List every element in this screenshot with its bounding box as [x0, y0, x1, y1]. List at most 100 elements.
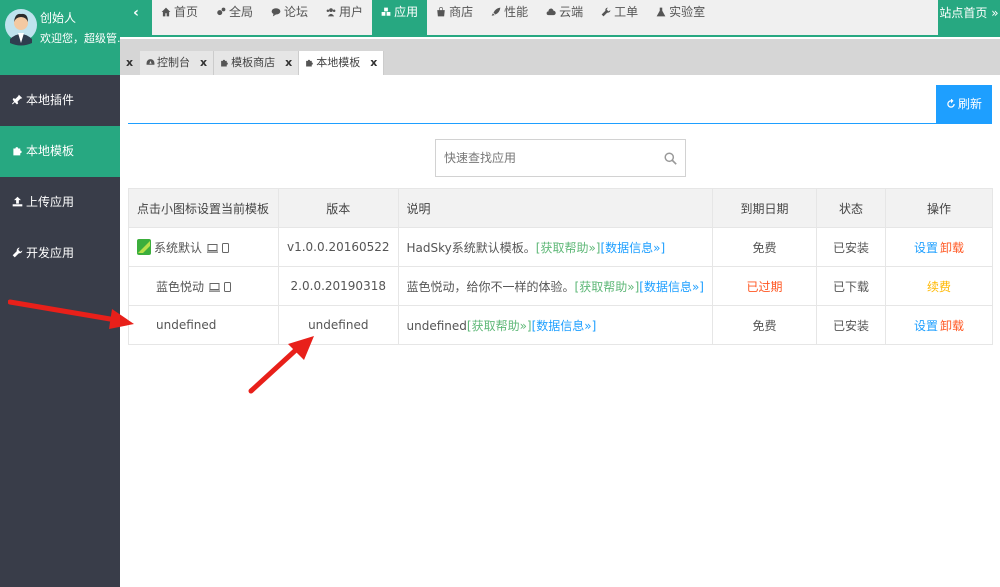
row-action-link[interactable]: 设置 [914, 319, 938, 333]
comments-icon [271, 8, 281, 17]
sidebar-item-label: 开发应用 [26, 246, 75, 260]
nav-item-home[interactable]: 首页 [152, 0, 207, 35]
row-action-link[interactable]: 续费 [927, 280, 951, 294]
tab-close-button[interactable]: x [285, 56, 292, 69]
col-header-actions: 操作 [884, 188, 994, 228]
plug-icon [12, 94, 23, 105]
refresh-button[interactable]: 刷新 [936, 85, 992, 123]
expiry-cell: 已过期 [711, 266, 817, 306]
table-row: 系统默认 v1.0.0.20160522 HadSky系统默认模板。[获取帮助»][… [128, 227, 994, 267]
nav-item-apps[interactable]: 应用 [372, 0, 428, 35]
nav-item-store[interactable]: 商店 [427, 0, 482, 35]
search-icon[interactable] [664, 152, 677, 165]
nav-item-label: 用户 [339, 5, 364, 19]
user-name[interactable]: 创始人 [40, 9, 76, 26]
status-cell: 已安装 [815, 305, 886, 345]
pc-icon[interactable] [209, 282, 221, 292]
rocket-icon [491, 7, 501, 16]
actions-cell: 设置 卸载 [884, 227, 994, 267]
sidebar-item-develop-app[interactable]: 开发应用 [0, 228, 120, 279]
sidebar-item-local-templates[interactable]: 本地模板 [0, 126, 120, 177]
table-header-row: 点击小图标设置当前模板 版本 说明 到期日期 状态 操作 [128, 188, 994, 228]
table-row: 蓝色悦动 2.0.0.20190318 蓝色悦动，给你不一样的体验。[获取帮助»][… [128, 266, 994, 306]
template-name: 蓝色悦动 [156, 279, 205, 294]
col-header-expiry: 到期日期 [711, 188, 817, 228]
search-box [435, 139, 686, 177]
site-home-link[interactable]: 站点首页 » [938, 0, 1000, 37]
close-all-tabs-button[interactable]: x [126, 56, 133, 69]
nav-item-performance[interactable]: 性能 [482, 0, 537, 35]
expiry-cell: 免费 [711, 305, 817, 345]
get-help-link[interactable]: [获取帮助»] [536, 241, 601, 255]
nav-item-users[interactable]: 用户 [317, 0, 372, 35]
tab-label: 控制台 [157, 56, 190, 69]
row-action-link[interactable]: 卸载 [940, 319, 964, 333]
nav-item-forum[interactable]: 论坛 [262, 0, 317, 35]
data-info-link[interactable]: [数据信息»] [639, 280, 704, 294]
mobile-icon[interactable] [222, 242, 230, 253]
tab-close-button[interactable]: x [370, 56, 377, 69]
avatar[interactable] [4, 3, 38, 49]
template-name: undefined [156, 318, 217, 332]
collapse-sidebar-button[interactable]: ‹ [120, 0, 152, 37]
nav-item-tickets[interactable]: 工单 [592, 0, 647, 35]
template-thumbnail-icon[interactable] [137, 238, 151, 255]
expiry-cell: 免费 [711, 227, 817, 267]
puzzle-icon [221, 59, 228, 67]
annotation-arrow-right [8, 299, 134, 329]
pc-icon[interactable] [207, 243, 219, 253]
tab-dashboard[interactable]: 控制台 x [140, 51, 215, 75]
dashboard-icon [146, 59, 155, 65]
templates-table: 点击小图标设置当前模板 版本 说明 到期日期 状态 操作 系统默认 v1.0.0.… [128, 188, 994, 345]
tab-close-button[interactable]: x [200, 56, 207, 69]
nav-item-label: 实验室 [669, 5, 706, 19]
status-cell: 已下载 [815, 266, 886, 306]
template-name: 系统默认 [154, 240, 203, 255]
cloud-icon [546, 8, 556, 16]
top-navigation: ‹ 首页 全局 论坛 用户 应用 商店 性能 云端 工单 实验室 站点首页 » [120, 0, 1000, 37]
description-text: 蓝色悦动，给你不一样的体验。 [406, 279, 575, 294]
description-text: HadSky系统默认模板。 [406, 240, 536, 255]
sidebar-item-label: 本地插件 [26, 93, 75, 107]
tab-local-templates[interactable]: 本地模板 x [299, 51, 385, 75]
user-panel: 创始人 欢迎您，超级管... [0, 0, 120, 75]
toolbar-divider [128, 123, 992, 124]
get-help-link[interactable]: [获取帮助»] [467, 319, 532, 333]
nav-item-label: 首页 [174, 5, 199, 19]
col-header-status: 状态 [815, 188, 886, 228]
sidebar-item-label: 本地模板 [26, 144, 75, 158]
shopping-bag-icon [437, 7, 445, 17]
tab-label: 模板商店 [231, 56, 276, 69]
sidebar-item-local-plugins[interactable]: 本地插件 [0, 75, 120, 126]
annotation-arrow-up [248, 336, 314, 394]
get-help-link[interactable]: [获取帮助»] [575, 280, 640, 294]
nav-item-label: 应用 [394, 5, 419, 19]
template-name-cell: 系统默认 [128, 227, 279, 267]
col-header-description: 说明 [397, 188, 713, 228]
tab-template-store[interactable]: 模板商店 x [214, 51, 300, 75]
version-cell: 2.0.0.20190318 [278, 266, 399, 306]
nav-item-cloud[interactable]: 云端 [537, 0, 592, 35]
users-icon [326, 8, 336, 17]
nav-item-lab[interactable]: 实验室 [647, 0, 714, 35]
nav-item-global[interactable]: 全局 [207, 0, 262, 35]
mobile-icon[interactable] [224, 281, 232, 292]
row-action-link[interactable]: 卸载 [940, 241, 964, 255]
nav-item-label: 论坛 [284, 5, 309, 19]
row-action-link[interactable]: 设置 [914, 241, 938, 255]
data-info-link[interactable]: [数据信息»] [532, 319, 597, 333]
upload-icon [12, 196, 23, 207]
nav-item-label: 云端 [559, 5, 584, 19]
status-cell: 已安装 [815, 227, 886, 267]
description-cell: 蓝色悦动，给你不一样的体验。[获取帮助»][数据信息»] [397, 266, 713, 306]
refresh-label: 刷新 [957, 97, 982, 111]
wrench-icon [601, 7, 611, 17]
tab-bar: x 控制台 x 模板商店 x 本地模板 x [120, 39, 1000, 75]
data-info-link[interactable]: [数据信息»] [601, 241, 666, 255]
sidebar-item-upload-app[interactable]: 上传应用 [0, 177, 120, 228]
user-welcome: 欢迎您，超级管... [40, 32, 120, 45]
home-icon [161, 7, 171, 17]
cogs-icon [217, 7, 226, 16]
col-header-template: 点击小图标设置当前模板 [128, 188, 279, 228]
search-input[interactable] [436, 140, 651, 176]
